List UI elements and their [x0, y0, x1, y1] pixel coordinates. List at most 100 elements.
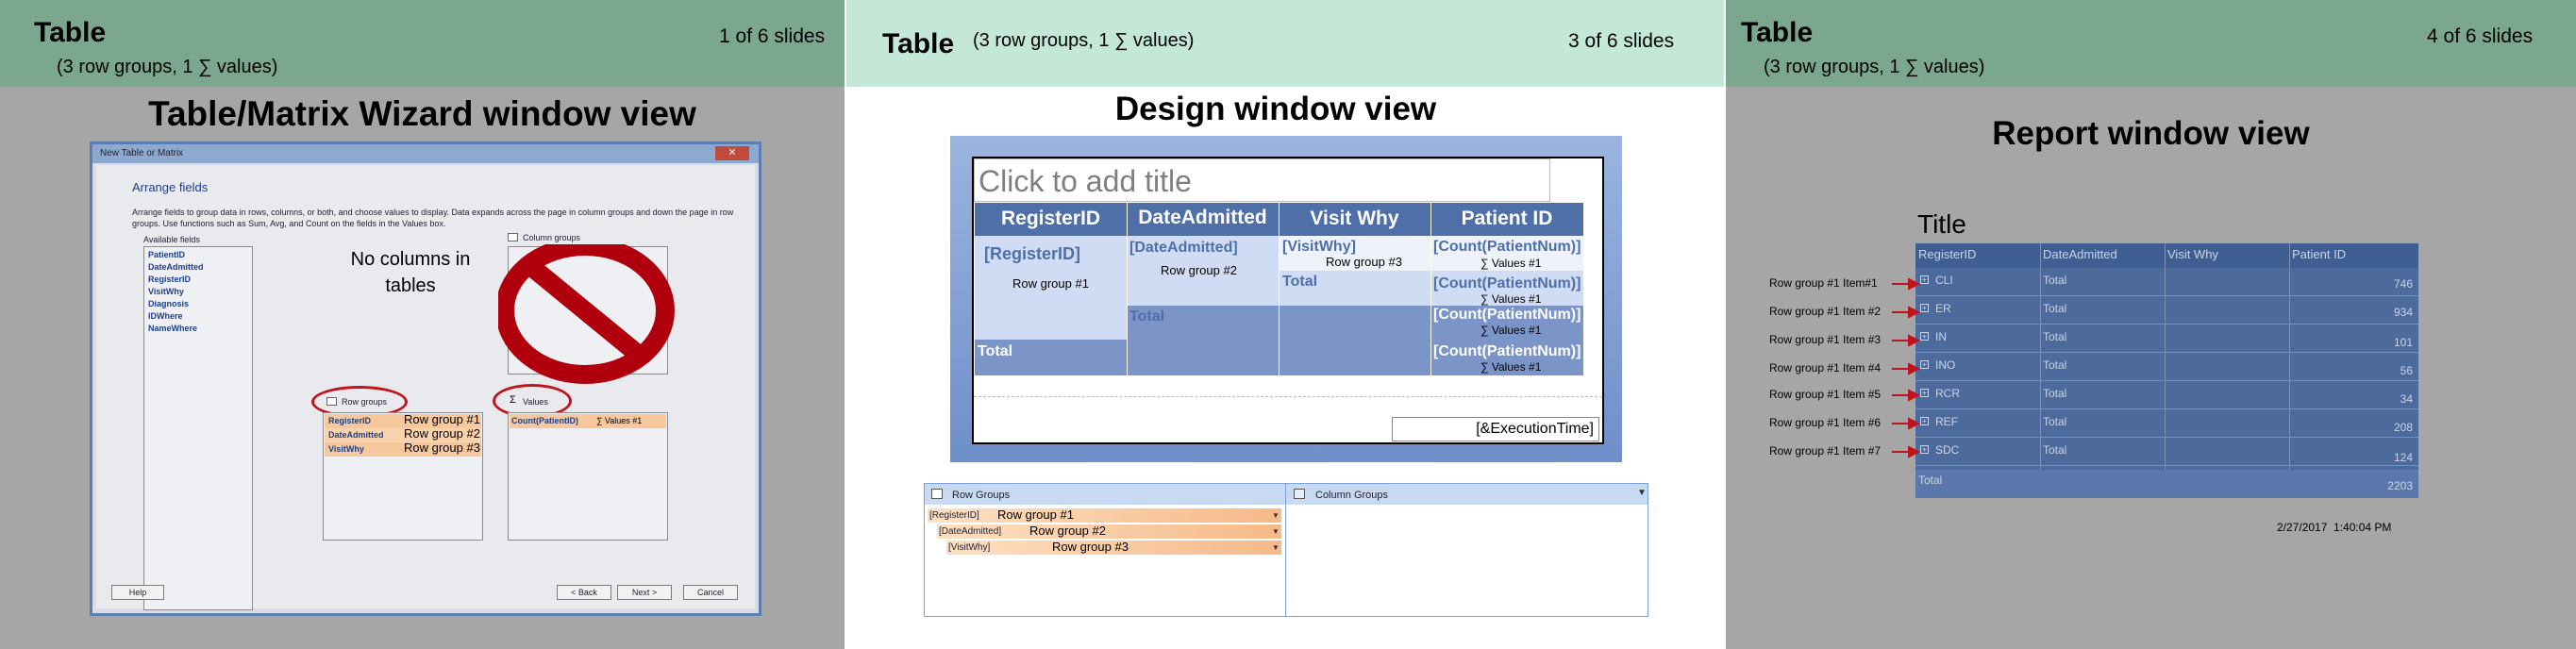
expand-icon[interactable]: +: [1920, 304, 1929, 312]
row-group-note: Row group #2: [404, 426, 480, 441]
wizard-window: New Table or Matrix ✕ Arrange fields Arr…: [90, 141, 761, 616]
count-field: [Count(PatientNum)]: [1433, 343, 1581, 359]
column-header[interactable]: DateAdmitted: [1127, 207, 1279, 229]
date-value: Total: [2043, 443, 2067, 457]
count-value: 746: [2393, 277, 2413, 291]
report-title: Title: [1917, 209, 1966, 239]
wizard-window-title: New Table or Matrix: [100, 148, 184, 158]
row-group-note: Row group #1: [404, 412, 480, 426]
next-button[interactable]: Next >: [617, 585, 672, 600]
date-value: Total: [2043, 387, 2067, 400]
view-heading: Table/Matrix Wizard window view: [148, 94, 696, 133]
column-divider: [1127, 203, 1128, 375]
column-header[interactable]: Patient ID: [1430, 208, 1583, 230]
cancel-button[interactable]: Cancel: [683, 585, 738, 600]
back-button[interactable]: < Back: [557, 585, 611, 600]
wizard-titlebar: [92, 144, 759, 163]
pane-group-name: [VisitWhy]: [948, 542, 991, 553]
chevron-down-icon[interactable]: ▼: [1637, 488, 1647, 498]
expand-icon[interactable]: +: [1920, 445, 1929, 454]
column-groups-icon: [1294, 489, 1305, 499]
pane-group-note: Row group #1: [997, 508, 1074, 522]
field-item[interactable]: NameWhere: [148, 323, 248, 335]
row-note: Row group #1 Item #3: [1769, 333, 1882, 346]
date-value: Total: [2043, 330, 2067, 343]
wizard-instructions: Arrange fields to group data in rows, co…: [132, 208, 734, 228]
row-note: Row group #1 Item#1: [1769, 276, 1878, 290]
column-header: Visit Why: [2167, 247, 2218, 261]
register-value: ER: [1935, 302, 1951, 315]
execution-time-textbox[interactable]: [&ExecutionTime]: [1392, 417, 1599, 441]
row-note: Row group #1 Item #6: [1769, 416, 1882, 429]
chevron-down-icon[interactable]: ▼: [1272, 543, 1280, 552]
count-value: 208: [2393, 421, 2413, 434]
expand-icon[interactable]: +: [1920, 275, 1929, 284]
grand-total-value: 2203: [2387, 479, 2413, 492]
column-header: Patient ID: [2292, 247, 2347, 261]
row-groups-icon: [931, 489, 943, 499]
slide-title: Table: [34, 17, 107, 48]
expand-icon[interactable]: +: [1920, 417, 1929, 425]
values-box[interactable]: [508, 412, 668, 541]
expand-icon[interactable]: +: [1920, 332, 1929, 341]
column-header: DateAdmitted: [2043, 247, 2117, 261]
register-value: REF: [1935, 415, 1958, 428]
count-value: 124: [2393, 451, 2413, 464]
register-value: RCR: [1935, 387, 1960, 400]
visit-field: [VisitWhy]: [1282, 239, 1356, 255]
field-item[interactable]: RegisterID: [148, 274, 248, 286]
column-groups-label: Column Groups: [1315, 490, 1389, 501]
expand-icon[interactable]: +: [1920, 389, 1929, 397]
date-value: Total: [2043, 274, 2067, 287]
slide-title: Table: [882, 28, 955, 59]
help-button[interactable]: Help: [111, 585, 164, 600]
values-note: ∑ Values #1: [1480, 292, 1542, 306]
pane-group-item[interactable]: [928, 508, 1281, 523]
close-icon[interactable]: ✕: [715, 146, 749, 160]
column-header[interactable]: RegisterID: [975, 208, 1127, 230]
row-group-note: Row group #2: [1161, 263, 1237, 277]
count-value: 34: [2400, 392, 2413, 406]
visit-total-label: Total: [1282, 274, 1318, 290]
expand-icon[interactable]: +: [1920, 360, 1929, 369]
arrows: [1892, 277, 1920, 458]
row-group-name: DateAdmitted: [328, 430, 384, 440]
chevron-down-icon[interactable]: ▼: [1272, 511, 1280, 520]
footer-separator: [974, 396, 1602, 397]
values-label: Values: [523, 397, 548, 407]
slide-report: Table (3 row groups, 1 ∑ values) 4 of 6 …: [1726, 0, 2576, 649]
no-columns-note: No columns in tables: [350, 249, 471, 296]
chevron-down-icon[interactable]: ▼: [1272, 527, 1280, 536]
view-heading: Report window view: [1992, 115, 2310, 152]
slide-wizard: Table (3 row groups, 1 ∑ values) 1 of 6 …: [0, 0, 845, 649]
register-value: CLI: [1935, 274, 1953, 287]
slide-subtitle: (3 row groups, 1 ∑ values): [1764, 57, 1985, 77]
date-value: Total: [2043, 358, 2067, 372]
row-group-name: RegisterID: [328, 416, 372, 425]
column-header[interactable]: Visit Why: [1279, 208, 1430, 230]
column-header: RegisterID: [1918, 247, 1977, 261]
row-groups-label: Row Groups: [952, 490, 1011, 501]
row-group-note: Row group #1: [1012, 276, 1089, 291]
row-group-name: VisitWhy: [328, 444, 364, 454]
row-note: Row group #1 Item #5: [1769, 388, 1882, 401]
field-item[interactable]: DateAdmitted: [148, 261, 248, 274]
count-value: 56: [2400, 364, 2413, 377]
pane-group-name: [RegisterID]: [929, 510, 979, 521]
available-fields-list[interactable]: PatientID DateAdmitted RegisterID VisitW…: [143, 246, 253, 610]
slide-counter: 4 of 6 slides: [2427, 25, 2534, 47]
field-item[interactable]: VisitWhy: [148, 286, 248, 298]
available-fields-label: Available fields: [143, 235, 200, 244]
row-groups-label: Row groups: [342, 397, 388, 407]
count-field: [Count(PatientNum)]: [1433, 239, 1581, 255]
grand-total-label: Total: [978, 343, 1013, 359]
pane-group-name: [DateAdmitted]: [939, 526, 1002, 537]
row-note: Row group #1 Item #2: [1769, 305, 1882, 318]
pane-divider: [1285, 484, 1286, 616]
values-note: ∑ Values #1: [1480, 257, 1542, 270]
column-divider: [1279, 203, 1280, 375]
title-textbox[interactable]: Click to add title: [974, 158, 1550, 202]
field-item[interactable]: PatientID: [148, 249, 248, 261]
field-item[interactable]: IDWhere: [148, 310, 248, 323]
field-item[interactable]: Diagnosis: [148, 298, 248, 310]
